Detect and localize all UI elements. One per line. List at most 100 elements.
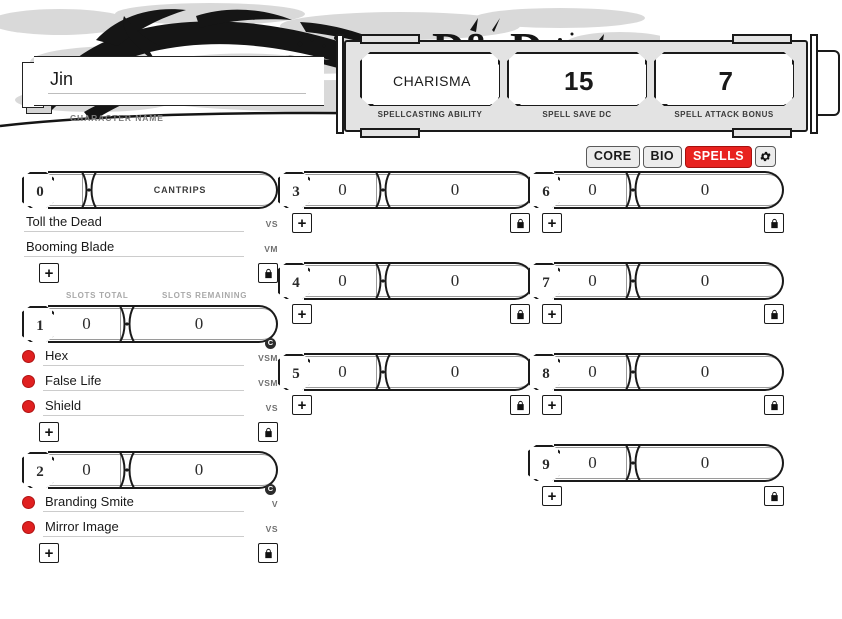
add-spell-button[interactable]: + — [39, 263, 59, 283]
slots-total-box-3 — [304, 174, 382, 206]
level-badge-inner-7: 7 — [532, 267, 560, 299]
add-spell-button[interactable]: + — [542, 304, 562, 324]
slots-total-input[interactable] — [48, 459, 125, 481]
spell-name-input[interactable] — [43, 493, 244, 512]
slots-remaining-input[interactable] — [377, 361, 533, 383]
lock-button[interactable] — [764, 304, 784, 324]
level-badge-8: 8 — [528, 354, 560, 390]
add-spell-button[interactable]: + — [542, 395, 562, 415]
add-spell-button[interactable]: + — [39, 422, 59, 442]
level-spacer — [528, 423, 784, 443]
lock-button[interactable] — [764, 486, 784, 506]
lock-button[interactable] — [258, 543, 278, 563]
add-spell-button[interactable]: + — [292, 304, 312, 324]
add-spell-button[interactable]: + — [542, 486, 562, 506]
level-number-7: 7 — [542, 274, 550, 291]
level-bar-3: 3 — [278, 170, 534, 210]
tab-bio[interactable]: BIO — [642, 146, 682, 168]
slots-remaining-input[interactable] — [627, 452, 783, 474]
tab-core[interactable]: CORE — [585, 146, 640, 168]
spell-name-input[interactable] — [43, 372, 244, 391]
settings-button[interactable] — [755, 146, 776, 168]
level-actions-5: + — [278, 395, 530, 423]
add-spell-button[interactable]: + — [542, 213, 562, 233]
spell-row: C V — [22, 483, 278, 515]
slots-remaining-input[interactable] — [377, 179, 533, 201]
lock-button[interactable] — [510, 304, 530, 324]
slots-remaining-box-4 — [376, 265, 534, 297]
spellcasting-ability-inner: CHARISMA — [365, 57, 499, 105]
slots-total-input[interactable] — [304, 361, 381, 383]
add-spell-label: + — [44, 264, 54, 282]
add-spell-label: + — [547, 214, 557, 232]
prepared-toggle[interactable] — [22, 496, 35, 509]
spell-components-text: VS — [265, 218, 278, 229]
add-spell-button[interactable]: + — [292, 213, 312, 233]
lock-button[interactable] — [258, 263, 278, 283]
spellcasting-ability-box[interactable]: CHARISMA — [360, 52, 500, 106]
add-spell-button[interactable]: + — [292, 395, 312, 415]
gear-icon — [760, 152, 771, 162]
slots-remaining-input[interactable] — [377, 270, 533, 292]
spell-column-right: 6+7+8+9+ — [528, 170, 784, 534]
level-spacer — [278, 332, 530, 352]
spell-attack-bonus-value: 7 — [718, 65, 734, 96]
spell-name-input[interactable] — [24, 238, 244, 257]
spell-components-text: VSM — [258, 352, 278, 363]
prepared-toggle[interactable] — [22, 400, 35, 413]
slots-total-input[interactable] — [554, 452, 631, 474]
level-actions-8: + — [528, 395, 784, 423]
slots-remaining-input[interactable] — [627, 361, 783, 383]
slots-total-box-5 — [304, 356, 382, 388]
slots-total-input[interactable] — [554, 361, 631, 383]
spell-name-input[interactable] — [24, 213, 244, 232]
slots-remaining-box-3 — [376, 174, 534, 206]
level-spacer — [528, 332, 784, 352]
slots-total-input[interactable] — [554, 179, 631, 201]
spell-components: C VSM — [244, 337, 278, 366]
lock-button[interactable] — [510, 213, 530, 233]
level-badge-inner-0: 0 — [26, 176, 54, 208]
level-bar-6: 6 — [528, 170, 784, 210]
lock-button[interactable] — [258, 422, 278, 442]
panel-cap-top-left — [360, 34, 420, 44]
add-spell-label: + — [547, 305, 557, 323]
slots-remaining-input[interactable] — [627, 179, 783, 201]
slots-remaining-box-1 — [120, 308, 278, 340]
spell-attack-bonus-cell: 7 SPELL ATTACK BONUS — [654, 52, 794, 130]
tab-spells[interactable]: SPELLS — [684, 146, 752, 168]
level-number-3: 3 — [292, 183, 300, 200]
level-number-5: 5 — [292, 365, 300, 382]
level-badge-inner-9: 9 — [532, 449, 560, 481]
header-endcap-left — [336, 34, 344, 134]
lock-button[interactable] — [764, 213, 784, 233]
lock-button[interactable] — [764, 395, 784, 415]
prepared-toggle[interactable] — [22, 350, 35, 363]
spell-save-dc-box[interactable]: 15 — [507, 52, 647, 106]
prepared-toggle[interactable] — [22, 375, 35, 388]
slots-total-input[interactable] — [304, 270, 381, 292]
cantrips-label: CANTRIPS — [153, 185, 207, 195]
slots-remaining-input[interactable] — [121, 459, 277, 481]
slots-total-input[interactable] — [304, 179, 381, 201]
spell-name-input[interactable] — [43, 347, 244, 366]
level-badge-inner-1: 1 — [26, 310, 54, 342]
level-group-9: 9+ — [528, 443, 784, 534]
add-spell-button[interactable]: + — [39, 543, 59, 563]
spell-components: C V — [244, 483, 278, 512]
level-group-4: 4+ — [278, 261, 534, 352]
level-number-0: 0 — [36, 183, 44, 200]
character-name-input[interactable] — [48, 68, 306, 94]
slots-remaining-input[interactable] — [627, 270, 783, 292]
spell-name-input[interactable] — [43, 518, 244, 537]
spellcasting-ability-value: CHARISMA — [393, 73, 471, 89]
add-spell-label: + — [547, 396, 557, 414]
lock-button[interactable] — [510, 395, 530, 415]
slots-remaining-input[interactable] — [121, 313, 277, 335]
spell-attack-bonus-box[interactable]: 7 — [654, 52, 794, 106]
spell-save-dc-cell: 15 SPELL SAVE DC — [507, 52, 647, 130]
prepared-toggle[interactable] — [22, 521, 35, 534]
spell-name-input[interactable] — [43, 397, 244, 416]
slots-total-input[interactable] — [48, 313, 125, 335]
slots-total-input[interactable] — [554, 270, 631, 292]
